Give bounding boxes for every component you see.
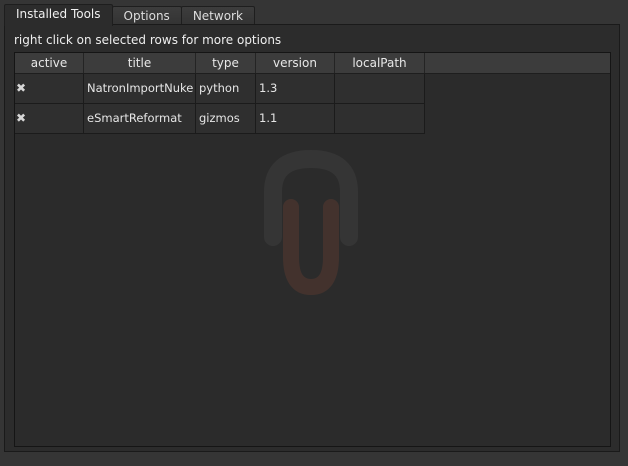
column-header-version[interactable]: version — [256, 53, 335, 73]
cell-localpath[interactable] — [335, 104, 425, 133]
cell-type[interactable]: python — [196, 74, 256, 103]
column-header-active[interactable]: active — [15, 53, 84, 73]
cell-title[interactable]: NatronImportNuke — [84, 74, 196, 103]
hint-text: right click on selected rows for more op… — [14, 33, 282, 47]
table-row[interactable]: ✖ eSmartReformat gizmos 1.1 — [15, 104, 425, 134]
table-row[interactable]: ✖ NatronImportNuke python 1.3 — [15, 74, 425, 104]
column-header-type[interactable]: type — [196, 53, 256, 73]
cell-version[interactable]: 1.1 — [256, 104, 335, 133]
tools-table[interactable]: active title type version localPath ✖ Na… — [14, 52, 611, 447]
nuke-logo-icon — [264, 149, 358, 296]
cell-type[interactable]: gizmos — [196, 104, 256, 133]
tab-options[interactable]: Options — [111, 6, 182, 25]
cell-version[interactable]: 1.3 — [256, 74, 335, 103]
installed-tools-panel: right click on selected rows for more op… — [4, 24, 620, 452]
tab-network[interactable]: Network — [180, 6, 255, 25]
column-header-title[interactable]: title — [84, 53, 196, 73]
column-header-localpath[interactable]: localPath — [335, 53, 425, 73]
cell-localpath[interactable] — [335, 74, 425, 103]
close-x-icon[interactable]: ✖ — [15, 74, 84, 103]
tab-installed-tools[interactable]: Installed Tools — [4, 4, 113, 26]
table-header: active title type version localPath — [15, 53, 610, 74]
tab-bar: Installed Tools Options Network — [4, 4, 255, 26]
cell-title[interactable]: eSmartReformat — [84, 104, 196, 133]
close-x-icon[interactable]: ✖ — [15, 104, 84, 133]
